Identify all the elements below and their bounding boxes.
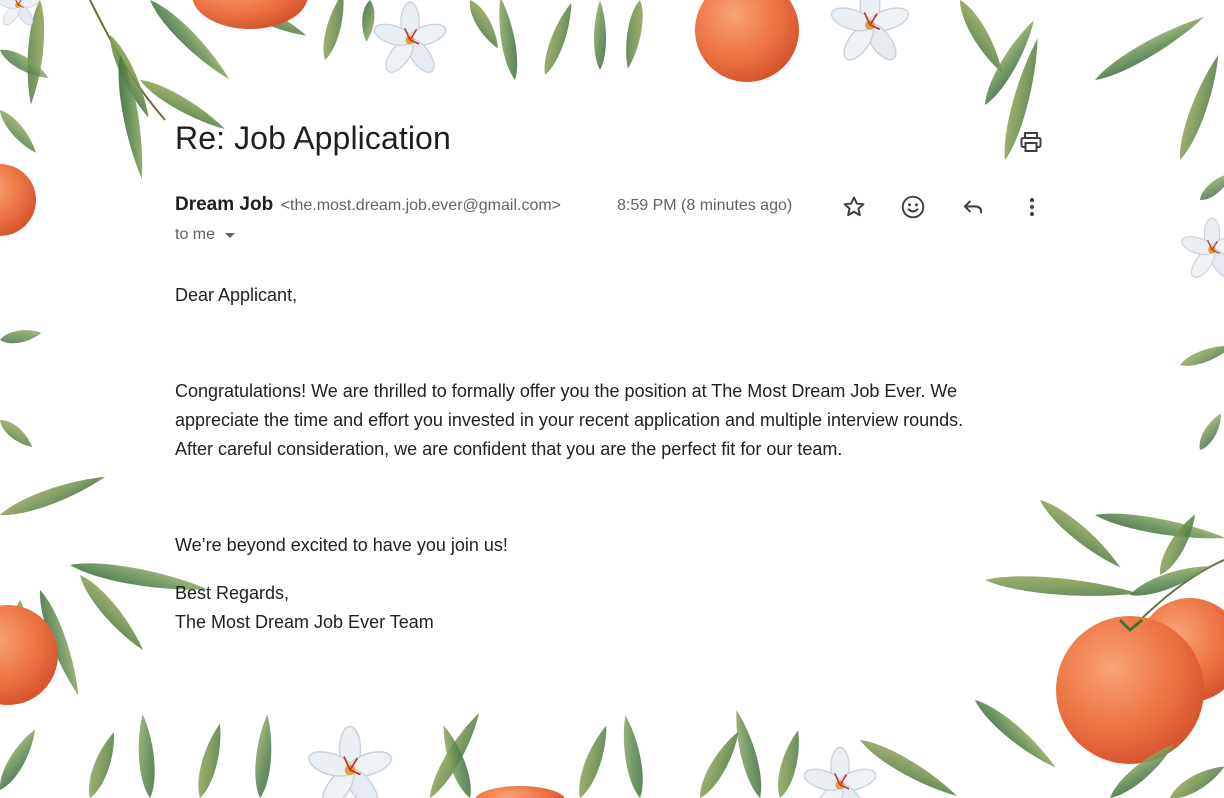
more-vert-icon bbox=[1030, 198, 1034, 216]
email-signature: The Most Dream Job Ever Team bbox=[175, 612, 434, 632]
recipient-label: to me bbox=[175, 226, 216, 243]
email-timestamp: 8:59 PM (8 minutes ago) bbox=[617, 197, 793, 214]
email-view: Re: Job Application Dream Job <the.most.… bbox=[175, 0, 1055, 798]
more-options-button[interactable] bbox=[1017, 192, 1047, 222]
star-button[interactable] bbox=[839, 192, 869, 222]
email-greeting: Dear Applicant, bbox=[175, 285, 298, 305]
dropdown-caret-icon bbox=[225, 232, 236, 238]
reply-icon bbox=[963, 200, 983, 214]
print-icon bbox=[1020, 132, 1042, 152]
add-reaction-button[interactable] bbox=[898, 192, 928, 222]
sender-line: Dream Job <the.most.dream.job.ever@gmail… bbox=[175, 194, 561, 216]
paragraph-line: Congratulations! We are thrilled to form… bbox=[175, 381, 958, 401]
emoji-reaction-icon bbox=[901, 195, 925, 219]
reply-button[interactable] bbox=[958, 192, 988, 222]
recipient-details-toggle[interactable]: to me bbox=[175, 226, 236, 244]
email-regards: Best Regards, bbox=[175, 583, 290, 603]
star-icon bbox=[843, 196, 865, 217]
sender-name[interactable]: Dream Job bbox=[175, 194, 273, 215]
email-subject: Re: Job Application bbox=[175, 120, 451, 156]
email-closing: We’re beyond excited to have you join us… bbox=[175, 535, 508, 555]
print-button[interactable] bbox=[1017, 128, 1045, 156]
email-paragraph: Congratulations! We are thrilled to form… bbox=[175, 377, 1035, 464]
paragraph-line: appreciate the time and effort you inves… bbox=[175, 410, 964, 430]
sender-email: <the.most.dream.job.ever@gmail.com> bbox=[280, 197, 562, 214]
paragraph-line: After careful consideration, we are conf… bbox=[175, 439, 843, 459]
